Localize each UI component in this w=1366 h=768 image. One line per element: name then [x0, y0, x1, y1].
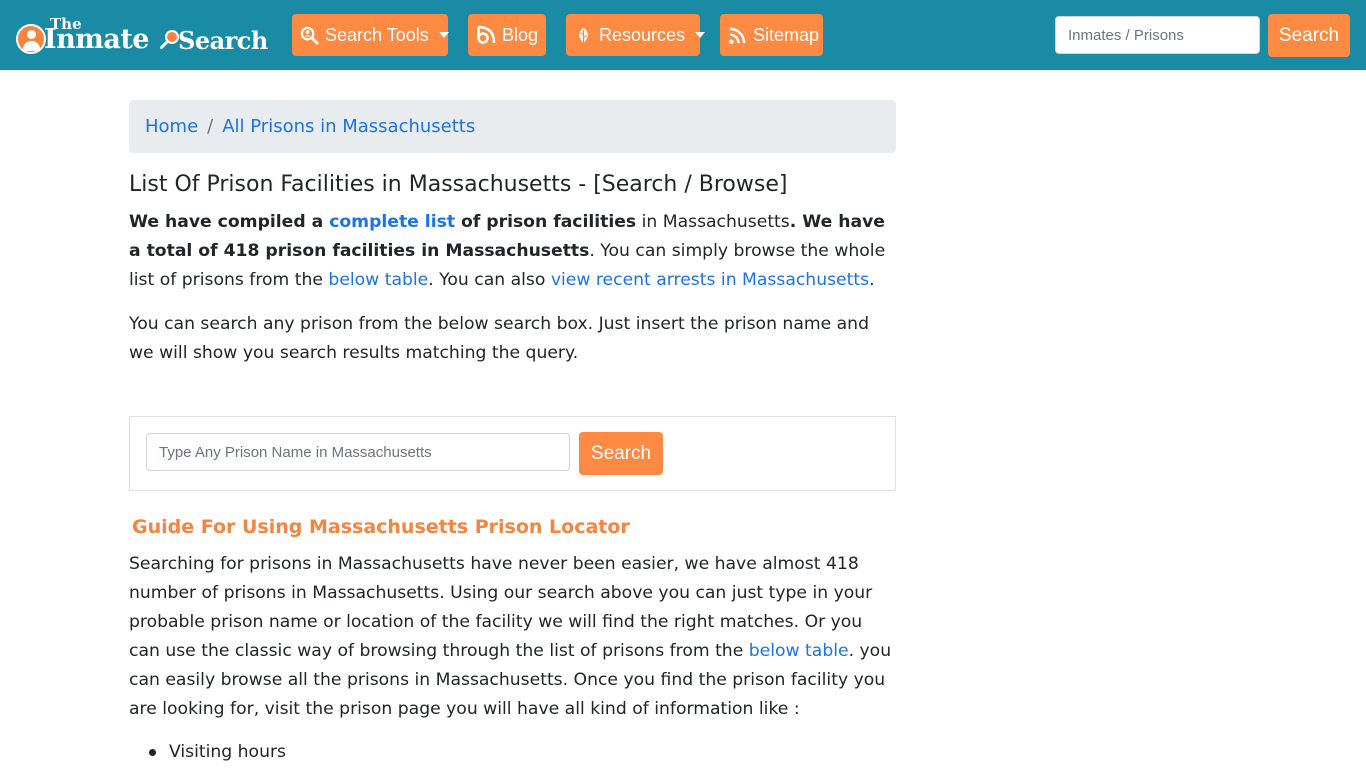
complete-list-link[interactable]: complete list [329, 212, 455, 232]
breadcrumb-current-link[interactable]: All Prisons in Massachusetts [222, 116, 475, 137]
prison-search-button[interactable]: Search [579, 432, 663, 475]
main-content: List Of Prison Facilities in Massachuset… [129, 170, 896, 368]
site-logo[interactable]: The Inmate Search [14, 16, 270, 58]
intro-text: . [869, 269, 875, 290]
logo-text-inmate: Inmate [44, 24, 149, 55]
nav-resources-label: Resources [599, 24, 686, 45]
guide-title: Guide For Using Massachusetts Prison Loc… [132, 516, 630, 538]
nav-resources[interactable]: Resources [566, 14, 706, 56]
nav-search-tools-label: Search Tools [325, 24, 429, 45]
logo-text-search: Search [178, 26, 268, 55]
breadcrumb-separator: / [207, 116, 214, 137]
user-icon [16, 24, 46, 54]
search-user-icon [300, 25, 319, 45]
guide-below-table-link[interactable]: below table [749, 641, 849, 661]
top-search-button[interactable]: Search [1268, 14, 1350, 57]
intro-text: . You can also [428, 269, 551, 290]
page-title: List Of Prison Facilities in Massachuset… [129, 172, 788, 197]
search-instructions: You can search any prison from the below… [129, 314, 869, 364]
breadcrumb: Home / All Prisons in Massachusetts [129, 100, 896, 153]
blog-icon [476, 25, 496, 45]
chevron-down-icon [438, 32, 449, 38]
magnifier-icon [160, 30, 179, 49]
intro-text: of prison facilities [455, 212, 637, 232]
intro-paragraph: We have compiled a complete list of pris… [129, 208, 896, 294]
prison-search-panel: Search [129, 416, 896, 491]
list-item: Visiting hours [149, 738, 286, 766]
chevron-down-icon [695, 32, 706, 38]
breadcrumb-home-link[interactable]: Home [145, 116, 198, 137]
top-search-input[interactable] [1055, 16, 1260, 54]
rss-icon [728, 25, 747, 45]
intro-text: We have compiled a [129, 212, 330, 232]
nav-sitemap-label: Sitemap [753, 24, 820, 45]
below-table-link[interactable]: below table [328, 270, 428, 290]
guide-info-list: Visiting hours [149, 738, 286, 766]
leaf-icon [574, 25, 593, 45]
nav-sitemap[interactable]: Sitemap [720, 14, 823, 56]
intro-text: in Massachusetts [636, 212, 790, 232]
top-navbar: The Inmate Search Search Tools Blog Reso… [0, 0, 1366, 70]
guide-paragraph: Searching for prisons in Massachusetts h… [129, 550, 896, 723]
nav-blog-label: Blog [502, 24, 539, 45]
nav-search-tools[interactable]: Search Tools [292, 14, 449, 56]
prison-search-input[interactable] [146, 433, 570, 471]
nav-blog[interactable]: Blog [468, 14, 546, 56]
recent-arrests-link[interactable]: view recent arrests in Massachusetts [551, 270, 869, 290]
